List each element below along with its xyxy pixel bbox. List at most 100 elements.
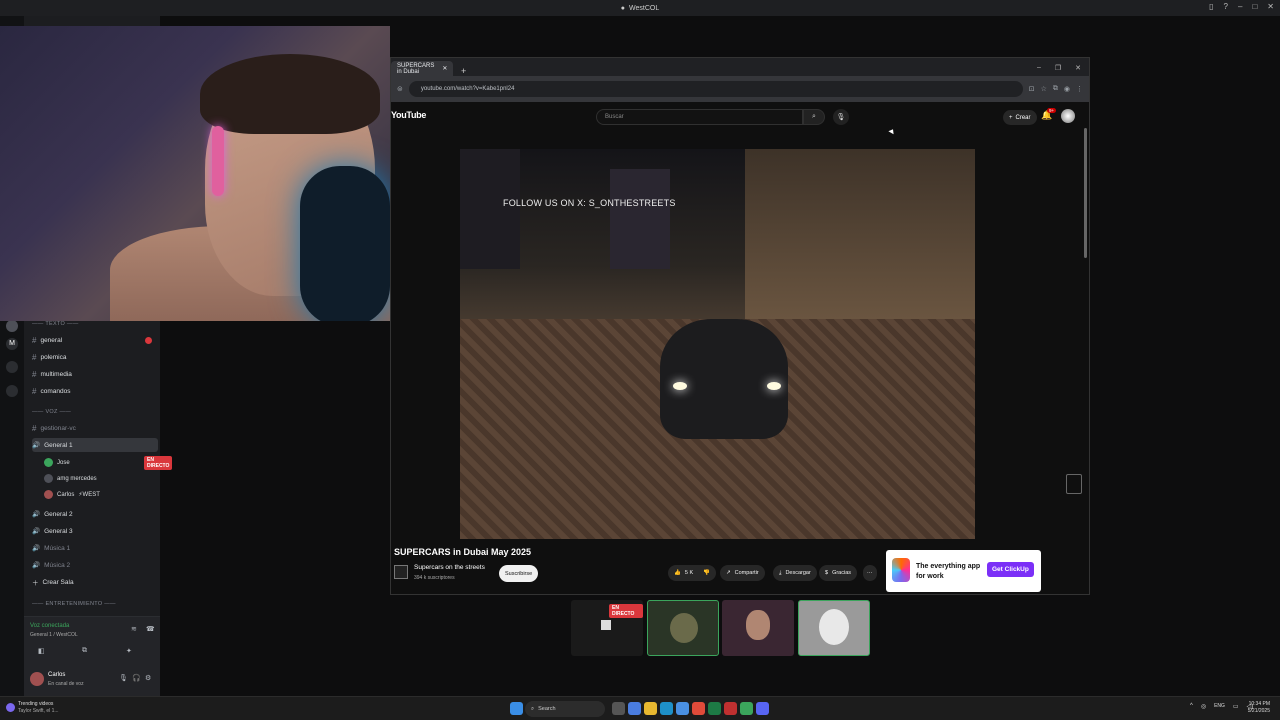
- voice-channel-path[interactable]: General 1 / WestCOL: [30, 632, 78, 638]
- subscribe-button[interactable]: Suscribirse: [499, 565, 539, 582]
- like-button[interactable]: 👍 5 K 👎: [668, 565, 716, 581]
- store-icon[interactable]: [676, 702, 689, 715]
- headphones-icon[interactable]: 🎧: [132, 674, 141, 682]
- app-icon[interactable]: [628, 702, 641, 715]
- voice-user[interactable]: Jose EN DIRECTO: [44, 455, 173, 470]
- participant-tile[interactable]: [647, 600, 719, 656]
- hash-icon: #: [32, 369, 37, 379]
- channel-multimedia[interactable]: # multimedia: [32, 367, 158, 381]
- voice-channel-general-1[interactable]: 🔊 General 1: [32, 438, 158, 452]
- address-bar[interactable]: youtube.com/watch?v=Kabe1pnl24: [408, 81, 1023, 97]
- edge-icon[interactable]: [660, 702, 673, 715]
- channel-gestionar-vc[interactable]: # gestionar-vc: [32, 421, 158, 435]
- more-actions-button[interactable]: ⋯: [863, 565, 877, 581]
- youtube-logo[interactable]: YouTube: [391, 110, 426, 120]
- channel-polemica[interactable]: # polemica: [32, 350, 158, 364]
- bell-icon[interactable]: 🔔 9+: [1041, 108, 1057, 121]
- streamer-webcam: [0, 26, 390, 321]
- server-icon[interactable]: [6, 320, 18, 332]
- download-button[interactable]: ⤓ Descargar: [773, 565, 817, 581]
- restore-button[interactable]: ❐: [1055, 64, 1061, 72]
- voice-search-icon[interactable]: 🎙: [833, 109, 849, 125]
- ad-banner[interactable]: The everything app for work Get ClickUp: [886, 550, 1041, 592]
- category-voice[interactable]: —— VOZ ——: [32, 409, 71, 415]
- building: [460, 149, 520, 269]
- server-icon[interactable]: [6, 385, 18, 397]
- close-button[interactable]: ✕: [1075, 64, 1081, 72]
- device-icon[interactable]: ▯: [1209, 2, 1213, 11]
- voice-channel-general-3[interactable]: 🔊 General 3: [32, 524, 158, 538]
- close-tab-icon[interactable]: ✕: [442, 65, 447, 72]
- stream-tile[interactable]: EN DIRECTO: [571, 600, 643, 656]
- profile-icon[interactable]: ◉: [1064, 85, 1070, 93]
- voice-channel-general-2[interactable]: 🔊 General 2: [32, 507, 158, 521]
- thanks-button[interactable]: $ Gracias: [819, 565, 858, 581]
- category-entertainment[interactable]: —— ENTRETENIMIENTO ——: [32, 601, 116, 607]
- ad-cta-button[interactable]: Get ClickUp: [987, 562, 1034, 577]
- install-icon[interactable]: ⊡: [1029, 85, 1035, 93]
- language-indicator[interactable]: ENG: [1214, 703, 1225, 710]
- voice-user[interactable]: amg mercedes: [44, 472, 97, 485]
- channel-avatar[interactable]: [394, 565, 408, 579]
- network-icon[interactable]: ▭: [1233, 703, 1239, 710]
- video-player[interactable]: FOLLOW US ON X: S_ONTHESTREETS: [460, 149, 975, 539]
- thanks-icon: $: [825, 570, 829, 576]
- camera-toggle-icon[interactable]: ◧: [38, 647, 45, 655]
- create-button[interactable]: + Crear: [1003, 110, 1037, 125]
- thumbs-down-icon[interactable]: 👎: [703, 570, 710, 576]
- weather-widget-icon[interactable]: [6, 703, 15, 712]
- task-view-icon[interactable]: [612, 702, 625, 715]
- chevron-up-icon[interactable]: ^: [1190, 703, 1193, 710]
- channel-name[interactable]: Supercars on the streets: [414, 564, 485, 571]
- building: [610, 169, 670, 269]
- discord-icon[interactable]: [756, 702, 769, 715]
- server-icon[interactable]: M: [6, 338, 18, 350]
- voice-user[interactable]: Carlos ⚡WEST: [44, 488, 100, 501]
- extension-icon[interactable]: ⧉: [1053, 85, 1058, 93]
- screen-share-icon[interactable]: ⧉: [82, 647, 87, 655]
- menu-icon[interactable]: ⋮: [1076, 85, 1083, 93]
- server-icon[interactable]: [6, 361, 18, 373]
- app-icon[interactable]: [724, 702, 737, 715]
- new-tab-button[interactable]: +: [453, 66, 474, 76]
- clock[interactable]: 10:34 PM 5/21/2025: [1248, 701, 1270, 715]
- taskbar-search[interactable]: ⌕ Search: [525, 701, 605, 717]
- voice-channel-musica-1[interactable]: 🔊 Música 1: [32, 541, 158, 555]
- maximize-button[interactable]: □: [1252, 2, 1257, 11]
- avatar[interactable]: [30, 672, 44, 686]
- minimize-button[interactable]: –: [1238, 2, 1242, 11]
- page-scrollbar[interactable]: [1084, 128, 1087, 258]
- browser-tab[interactable]: SUPERCARS in Dubai ✕: [391, 61, 453, 76]
- star-icon[interactable]: ☆: [1041, 85, 1047, 93]
- participant-tile[interactable]: [798, 600, 870, 656]
- start-button[interactable]: [510, 702, 523, 715]
- disconnect-icon[interactable]: ☎: [146, 625, 155, 633]
- location-icon[interactable]: ◎: [1201, 703, 1206, 710]
- site-info-icon[interactable]: ⊜: [397, 85, 403, 93]
- signal-icon[interactable]: ≋: [131, 625, 137, 633]
- channel-comandos[interactable]: # comandos: [32, 384, 158, 398]
- excel-icon[interactable]: [708, 702, 721, 715]
- participant-avatar: [746, 610, 770, 640]
- share-button[interactable]: ↗ Compartir: [720, 565, 765, 581]
- category-text[interactable]: —— TEXTO ——: [32, 321, 79, 327]
- help-icon[interactable]: ?: [1224, 2, 1228, 11]
- search-input[interactable]: Buscar: [596, 109, 803, 125]
- headlight: [767, 382, 781, 390]
- gear-icon[interactable]: ⚙: [145, 674, 151, 682]
- news-widget[interactable]: Trending videos Taylor Swift, el 1...: [18, 701, 59, 715]
- avatar[interactable]: [1061, 109, 1075, 123]
- create-room-button[interactable]: ＋ Crear Sala: [32, 575, 158, 589]
- file-explorer-icon[interactable]: [644, 702, 657, 715]
- miniplayer-icon[interactable]: [1066, 474, 1082, 494]
- search-icon[interactable]: ⌕: [803, 109, 825, 125]
- participant-tile[interactable]: [722, 600, 794, 656]
- chrome-icon[interactable]: [692, 702, 705, 715]
- minimize-button[interactable]: –: [1037, 64, 1041, 72]
- app-icon[interactable]: [740, 702, 753, 715]
- close-button[interactable]: ✕: [1267, 2, 1274, 11]
- microphone-icon[interactable]: 🎙: [119, 674, 128, 682]
- voice-channel-musica-2[interactable]: 🔊 Música 2: [32, 558, 158, 572]
- channel-general[interactable]: # general: [32, 333, 158, 347]
- activity-icon[interactable]: ✦: [126, 647, 132, 655]
